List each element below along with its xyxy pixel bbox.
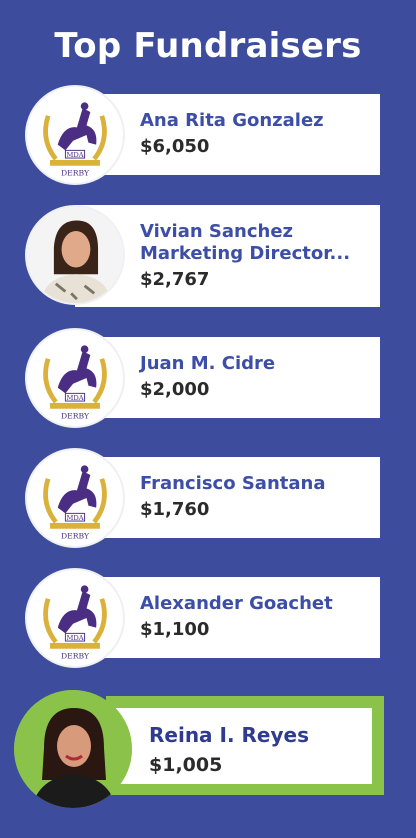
svg-text:MDA: MDA xyxy=(66,151,83,159)
svg-text:DERBY: DERBY xyxy=(61,168,90,177)
svg-text:MDA: MDA xyxy=(66,634,83,642)
svg-text:DERBY: DERBY xyxy=(61,531,90,540)
fundraiser-name: Vivian Sanchez xyxy=(140,221,294,242)
fundraiser-name: Ana Rita Gonzalez xyxy=(140,110,324,131)
fundraiser-amount: $1,100 xyxy=(140,619,210,640)
derby-logo-icon: MDA DERBY xyxy=(25,328,125,428)
fundraiser-title: Marketing Director... xyxy=(140,243,351,264)
derby-logo-icon: MDA DERBY xyxy=(25,448,125,548)
featured-name: Reina I. Reyes xyxy=(149,723,309,747)
featured-avatar-photo xyxy=(14,690,132,808)
person-photo-icon xyxy=(14,690,132,808)
derby-logo-icon: MDA DERBY xyxy=(25,85,125,185)
featured-amount: $1,005 xyxy=(149,754,223,776)
avatar-photo xyxy=(25,205,125,305)
svg-text:DERBY: DERBY xyxy=(61,411,90,420)
featured-fundraiser-card[interactable]: Reina I. Reyes $1,005 xyxy=(116,708,372,784)
page-title: Top Fundraisers xyxy=(54,26,362,66)
derby-logo-svg: MDA DERBY xyxy=(43,102,107,177)
fundraiser-amount: $1,760 xyxy=(140,499,210,520)
fundraiser-amount: $6,050 xyxy=(140,136,210,157)
fundraiser-name: Juan M. Cidre xyxy=(140,353,276,374)
person-photo-icon xyxy=(27,207,123,303)
svg-text:DERBY: DERBY xyxy=(61,651,90,660)
svg-text:MDA: MDA xyxy=(66,514,83,522)
svg-text:MDA: MDA xyxy=(66,394,83,402)
derby-logo-icon: MDA DERBY xyxy=(25,568,125,668)
fundraiser-name: Francisco Santana xyxy=(140,473,326,494)
fundraiser-amount: $2,000 xyxy=(140,379,210,400)
fundraiser-amount: $2,767 xyxy=(140,269,210,290)
fundraiser-name: Alexander Goachet xyxy=(140,593,333,614)
